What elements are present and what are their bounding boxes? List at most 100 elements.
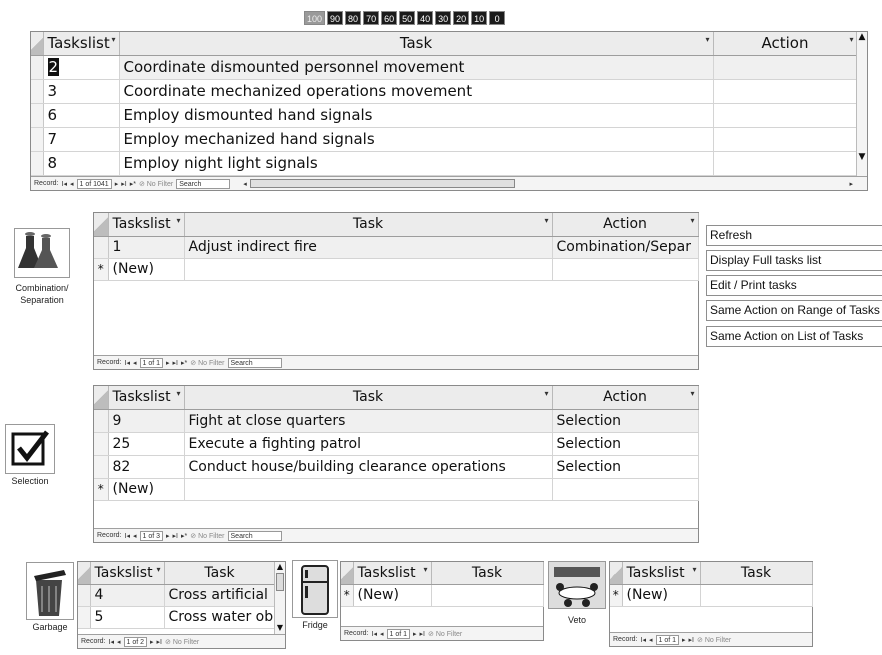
last-record-button[interactable]: ▸I [689,636,694,644]
no-filter-indicator[interactable]: ⊘ No Filter [190,359,224,367]
next-record-button[interactable]: ▸ [166,532,170,540]
next-record-button[interactable]: ▸ [413,630,417,638]
flask-icon[interactable] [14,228,70,278]
percent-button-90[interactable]: 90 [327,11,344,25]
garbage-icon-block[interactable]: Garbage [25,562,75,632]
tasklist-cell[interactable]: (New) [108,258,185,281]
table-row[interactable]: 82 Conduct house/building clearance oper… [94,455,699,479]
no-filter-indicator[interactable]: ⊘ No Filter [139,180,173,188]
scroll-left-icon[interactable]: ◂ [243,180,247,188]
task-cell[interactable] [184,258,553,281]
sort-arrow-icon[interactable]: ▾ [705,35,709,44]
action-cell[interactable] [713,127,858,152]
percent-button-60[interactable]: 60 [381,11,398,25]
sort-arrow-icon[interactable]: ▾ [176,389,180,398]
next-record-button[interactable]: ▸ [166,359,170,367]
action-cell[interactable]: Combination/Separ [552,236,699,259]
task-cell[interactable] [700,584,813,607]
column-header-task[interactable]: Task ▾ [184,386,553,410]
fridge-icon-block[interactable]: Fridge [291,560,339,630]
table-row[interactable]: 4 Cross artificial [78,584,276,607]
display-full-list-button[interactable]: Display Full tasks list [706,250,882,271]
tasklist-cell[interactable]: 8 [43,151,120,176]
table-row[interactable]: 1 Adjust indirect fire Combination/Separ [94,236,699,259]
tasklist-cell[interactable]: 6 [43,103,120,128]
column-header-action[interactable]: Action ▾ [713,32,858,56]
tasklist-cell[interactable]: 5 [90,606,165,629]
record-position-field[interactable]: 1 of 1041 [76,178,112,189]
edit-print-button[interactable]: Edit / Print tasks [706,275,882,296]
percent-button-10[interactable]: 10 [471,11,488,25]
percent-button-20[interactable]: 20 [453,11,470,25]
scroll-right-icon[interactable]: ▸ [849,180,853,188]
percent-button-40[interactable]: 40 [417,11,434,25]
percent-button-50[interactable]: 50 [399,11,416,25]
tasklist-cell[interactable]: (New) [622,584,701,607]
row-selector[interactable] [31,127,44,152]
first-record-button[interactable]: I◂ [62,180,67,188]
task-cell[interactable]: Fight at close quarters [184,409,553,433]
row-selector[interactable] [31,55,44,80]
same-action-list-button[interactable]: Same Action on List of Tasks [706,326,882,347]
first-record-button[interactable]: I◂ [372,630,377,638]
percent-button-0[interactable]: 0 [489,11,506,25]
record-position-field[interactable]: 1 of 1 [655,634,680,645]
no-filter-indicator[interactable]: ⊘ No Filter [165,638,199,646]
task-cell[interactable]: Employ dismounted hand signals [119,103,714,128]
row-selector[interactable] [78,606,91,629]
tasklist-cell[interactable]: (New) [353,584,432,607]
task-cell[interactable]: Coordinate dismounted personnel movement [119,55,714,80]
record-position-field[interactable]: 1 of 2 [123,636,148,647]
last-record-button[interactable]: ▸I [157,638,162,646]
column-header-task[interactable]: Task ▾ [184,213,553,237]
task-cell[interactable]: Conduct house/building clearance operati… [184,455,553,479]
horizontal-scrollbar[interactable] [249,179,515,188]
search-input[interactable]: Search [227,530,282,541]
column-header-task[interactable]: Task ▾ [119,32,714,56]
first-record-button[interactable]: I◂ [125,359,130,367]
sort-arrow-icon[interactable]: ▾ [544,389,548,398]
previous-record-button[interactable]: ◂ [133,532,137,540]
row-selector[interactable] [78,584,91,607]
previous-record-button[interactable]: ◂ [70,180,74,188]
percent-button-70[interactable]: 70 [363,11,380,25]
column-header-tasklist[interactable]: Taskslist ▾ [90,562,165,585]
select-all-corner[interactable] [31,32,44,56]
sort-arrow-icon[interactable]: ▾ [156,565,160,574]
action-cell[interactable]: Selection [552,455,699,479]
last-record-button[interactable]: ▸I [420,630,425,638]
percent-button-100[interactable]: 100 [304,11,326,25]
search-input[interactable]: Search [176,178,231,189]
table-row[interactable]: 3 Coordinate mechanized operations movem… [31,79,858,104]
task-cell[interactable]: Cross artificial [164,584,276,607]
column-header-action[interactable]: Action ▾ [552,386,699,410]
row-selector[interactable] [94,236,109,259]
table-row[interactable]: 2 Coordinate dismounted personnel moveme… [31,55,858,80]
fridge-icon[interactable] [292,560,338,618]
tasklist-cell[interactable]: 7 [43,127,120,152]
scroll-up-icon[interactable]: ▲ [275,562,285,571]
no-filter-indicator[interactable]: ⊘ No Filter [428,630,462,638]
column-header-tasklist[interactable]: Taskslist ▾ [43,32,120,56]
row-selector[interactable] [31,151,44,176]
next-record-button[interactable]: ▸ [150,638,154,646]
meeting-room-icon[interactable] [548,561,606,609]
table-row[interactable]: 9 Fight at close quarters Selection [94,409,699,433]
select-all-corner[interactable] [94,386,109,410]
column-header-tasklist[interactable]: Taskslist ▾ [108,386,185,410]
scroll-down-icon[interactable]: ▼ [275,623,285,632]
percent-button-30[interactable]: 30 [435,11,452,25]
task-cell[interactable] [431,584,544,607]
column-header-task[interactable]: Task [700,562,813,585]
action-cell[interactable]: Selection [552,432,699,456]
scroll-up-icon[interactable]: ▲ [857,32,867,42]
tasklist-cell[interactable]: 9 [108,409,185,433]
combination-separation-icon-block[interactable]: Combination/ Separation [6,228,78,306]
column-header-tasklist[interactable]: Taskslist ▾ [108,213,185,237]
veto-icon-block[interactable]: Veto [547,561,607,625]
action-cell[interactable] [552,258,699,281]
record-position-field[interactable]: 1 of 1 [139,357,164,368]
row-selector[interactable] [94,455,109,479]
previous-record-button[interactable]: ◂ [649,636,653,644]
sort-arrow-icon[interactable]: ▾ [692,565,696,574]
